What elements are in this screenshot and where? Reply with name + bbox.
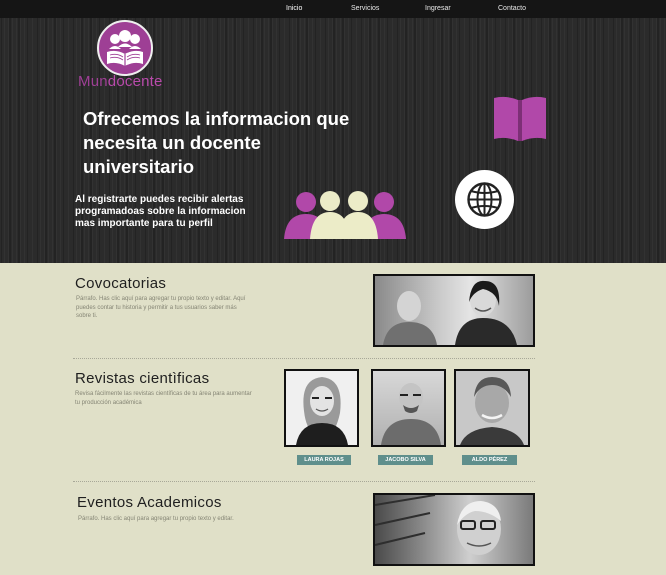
section-divider	[73, 481, 535, 482]
hero-banner: Mundocente Ofrecemos la informacion que …	[0, 18, 666, 263]
brand-logo-text[interactable]: Mundocente	[78, 73, 163, 90]
profile-photo-jacobo	[371, 369, 446, 447]
brand-name-part1: Mun	[78, 73, 108, 90]
globe-badge[interactable]	[455, 170, 514, 229]
globe-icon	[467, 182, 502, 217]
section-text-revistas: Revisa fácilmente las revistas científic…	[75, 391, 252, 406]
section-title-convocatorias: Covocatorias	[75, 275, 167, 292]
book-icon	[494, 96, 546, 141]
section-title-eventos: Eventos Academicos	[77, 494, 222, 511]
section-divider	[73, 358, 535, 359]
profile-photo-aldo	[454, 369, 530, 447]
nav-servicios[interactable]: Servicios	[351, 5, 379, 12]
section-text-eventos: Párrafo. Has clic aquí para agregar tu p…	[78, 516, 234, 522]
eventos-photo	[373, 493, 535, 566]
nav-contacto[interactable]: Contacto	[498, 5, 526, 12]
profile-photo-laura	[284, 369, 359, 447]
nav-inicio[interactable]: Inicio	[286, 5, 302, 12]
convocatorias-photo	[373, 274, 535, 347]
hero-headline: Ofrecemos la informacion que necesita un…	[83, 108, 350, 177]
name-tag-jacobo[interactable]: JACOBO SILVA	[378, 455, 433, 465]
section-title-revistas: Revistas cientìficas	[75, 370, 210, 387]
section-text-convocatorias: Párrafo. Has clic aquí para agregar tu p…	[76, 296, 246, 319]
top-nav: Inicio Servicios Ingresar Contacto	[0, 0, 666, 18]
people-icon	[284, 191, 406, 239]
hero-subtext: Al registrarte puedes recibir alertas pr…	[75, 194, 246, 229]
name-tag-aldo[interactable]: ALDO PÉREZ	[462, 455, 517, 465]
name-tag-laura[interactable]: LAURA ROJAS	[297, 455, 351, 465]
logo-emblem-icon[interactable]	[97, 20, 153, 76]
brand-name-part2: docente	[107, 73, 163, 90]
nav-ingresar[interactable]: Ingresar	[425, 5, 451, 12]
